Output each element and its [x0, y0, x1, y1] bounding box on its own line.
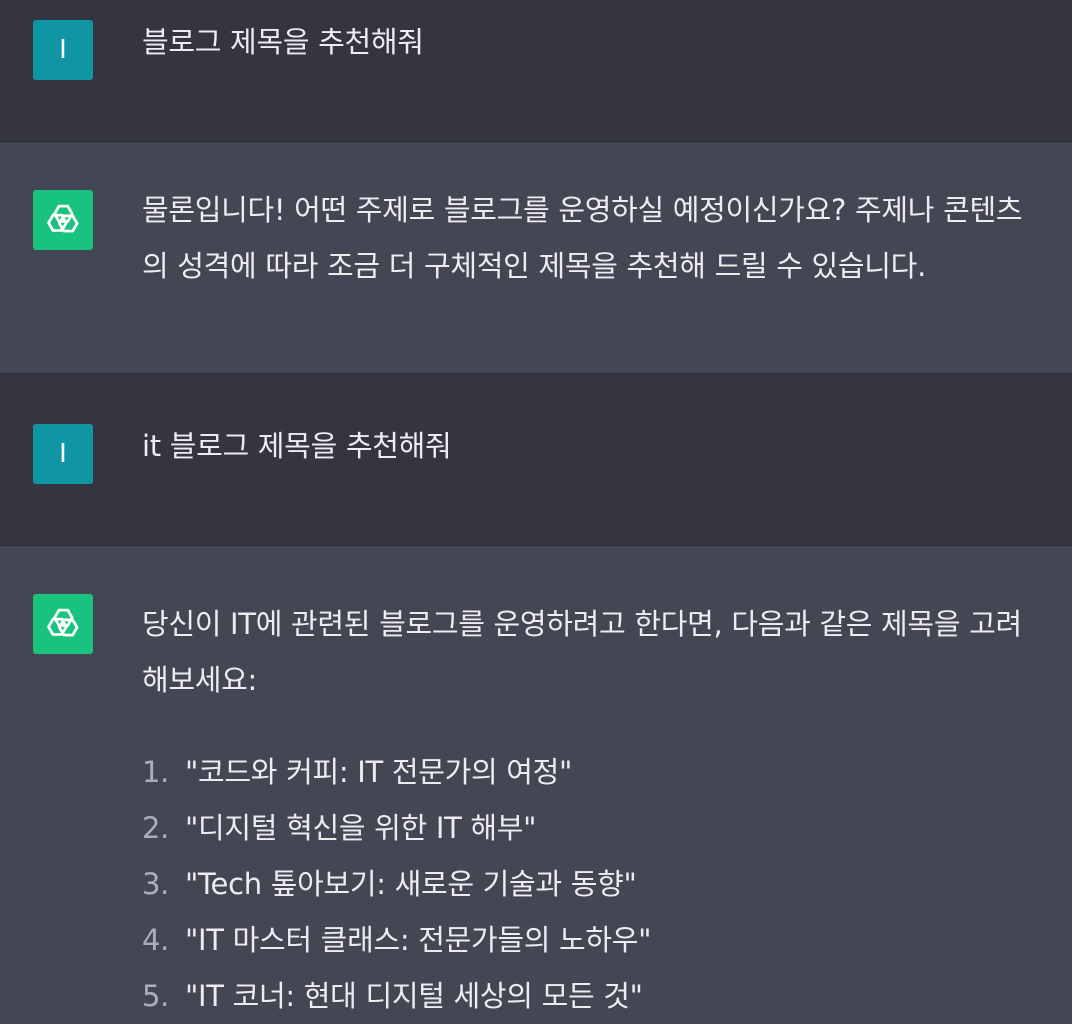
list-item: 2. "디지털 혁신을 위한 IT 해부" [142, 800, 1044, 856]
assistant-avatar [33, 594, 93, 654]
list-item: 4. "IT 마스터 클래스: 전문가들의 노하우" [142, 912, 1044, 968]
message-content: 물론입니다! 어떤 주제로 블로그를 운영하실 예정이신가요? 주제나 콘텐츠의… [142, 182, 1044, 294]
list-item-number: 1. [142, 755, 170, 789]
assistant-message-text: 당신이 IT에 관련된 블로그를 운영하려고 한다면, 다음과 같은 제목을 고… [142, 607, 1022, 697]
assistant-avatar [33, 190, 93, 250]
list-item-number: 2. [142, 811, 170, 845]
assistant-message-2: 당신이 IT에 관련된 블로그를 운영하려고 한다면, 다음과 같은 제목을 고… [0, 545, 1072, 1022]
openai-logo-icon [47, 204, 79, 233]
user-avatar: I [33, 20, 93, 80]
list-item-text: "Tech 톺아보기: 새로운 기술과 동향" [185, 867, 637, 901]
list-item: 3. "Tech 톺아보기: 새로운 기술과 동향" [142, 856, 1044, 912]
list-item: 5. "IT 코너: 현대 디지털 세상의 모든 것" [142, 968, 1044, 1024]
list-item-number: 4. [142, 923, 170, 957]
list-item-text: "IT 코너: 현대 디지털 세상의 모든 것" [185, 979, 643, 1013]
user-message-2: I it 블로그 제목을 추천해줘 [0, 373, 1072, 545]
user-avatar-letter: I [59, 439, 67, 469]
list-item-number: 5. [142, 979, 170, 1013]
list-item: 1. "코드와 커피: IT 전문가의 여정" [142, 744, 1044, 800]
assistant-message-text: 물론입니다! 어떤 주제로 블로그를 운영하실 예정이신가요? 주제나 콘텐츠의… [142, 193, 1023, 283]
message-content: 당신이 IT에 관련된 블로그를 운영하려고 한다면, 다음과 같은 제목을 고… [142, 596, 1044, 1024]
user-avatar: I [33, 424, 93, 484]
assistant-message-1: 물론입니다! 어떤 주제로 블로그를 운영하실 예정이신가요? 주제나 콘텐츠의… [0, 141, 1072, 373]
list-item-number: 3. [142, 867, 170, 901]
user-message-text: it 블로그 제목을 추천해줘 [142, 429, 452, 463]
message-content: it 블로그 제목을 추천해줘 [142, 418, 1044, 474]
user-message-text: 블로그 제목을 추천해줘 [142, 25, 424, 59]
title-recommendation-list: 1. "코드와 커피: IT 전문가의 여정" 2. "디지털 혁신을 위한 I… [142, 744, 1044, 1024]
list-item-text: "디지털 혁신을 위한 IT 해부" [185, 811, 537, 845]
openai-logo-icon [47, 608, 79, 637]
message-content: 블로그 제목을 추천해줘 [142, 14, 1044, 70]
list-item-text: "IT 마스터 클래스: 전문가들의 노하우" [185, 923, 652, 957]
user-avatar-letter: I [59, 35, 67, 65]
list-item-text: "코드와 커피: IT 전문가의 여정" [185, 755, 573, 789]
user-message-1: I 블로그 제목을 추천해줘 [0, 0, 1072, 141]
